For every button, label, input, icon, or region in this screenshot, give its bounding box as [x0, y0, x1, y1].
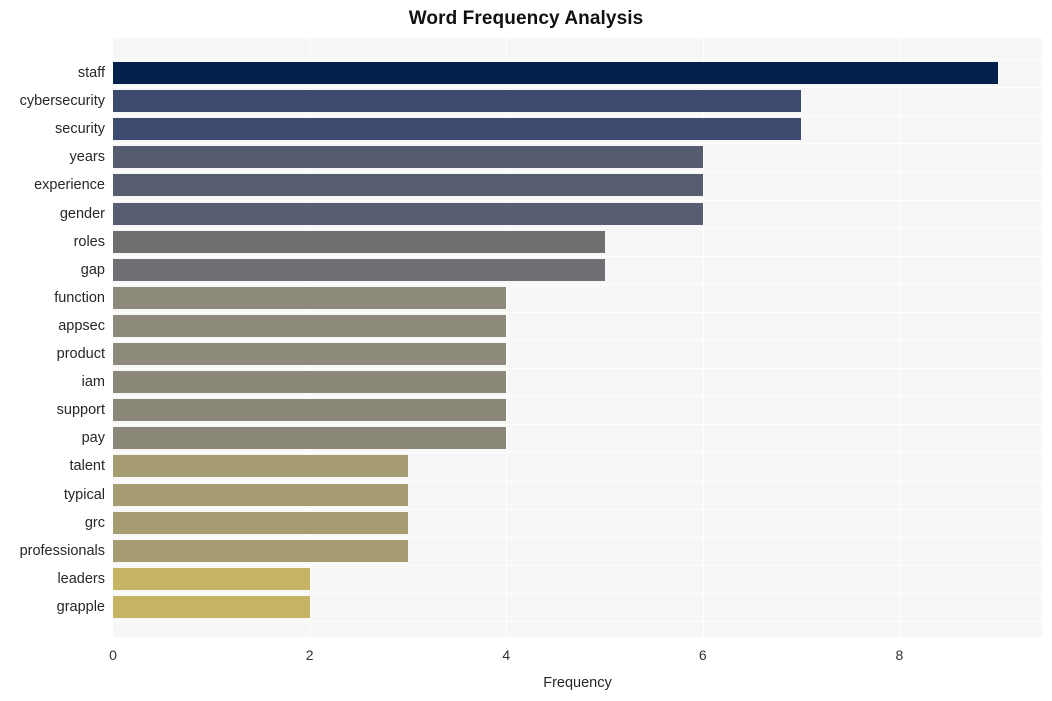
y-tick-label: support	[56, 402, 105, 419]
y-tick-label: grc	[84, 514, 105, 531]
chart-title: Word Frequency Analysis	[408, 8, 644, 29]
y-tick-label: product	[56, 346, 105, 362]
x-tick-label: 0	[109, 647, 117, 663]
y-tick-label: talent	[69, 458, 105, 475]
y-tick-label: roles	[73, 233, 105, 250]
y-tick-label: staff	[77, 65, 105, 81]
y-tick-label: years	[69, 149, 105, 166]
y-tick-label: pay	[81, 430, 105, 447]
x-tick-label: 2	[305, 647, 314, 663]
y-tick-label: cybersecurity	[19, 93, 105, 110]
chart-figure: Word Frequency Analysis staff cybersecuri…	[0, 0, 1052, 701]
x-tick-label: 4	[502, 647, 511, 663]
y-axis-tick-labels: staff cybersecurity security years experienc…	[0, 38, 1052, 637]
x-tick-label: 6	[698, 647, 707, 663]
y-tick-label: gap	[80, 261, 105, 278]
y-tick-label: leaders	[57, 570, 105, 587]
y-tick-label: experience	[34, 177, 105, 194]
x-axis-title: Frequency	[543, 675, 612, 691]
y-tick-label: function	[54, 289, 105, 306]
y-tick-label: iam	[81, 374, 105, 391]
y-tick-label: typical	[63, 486, 105, 503]
y-tick-label: grapple	[56, 598, 105, 615]
y-tick-label: gender	[59, 205, 105, 222]
y-tick-label: security	[55, 121, 105, 138]
y-tick-label: professionals	[19, 542, 105, 559]
y-tick-label: appsec	[58, 317, 105, 334]
x-tick-label: 8	[895, 647, 904, 663]
